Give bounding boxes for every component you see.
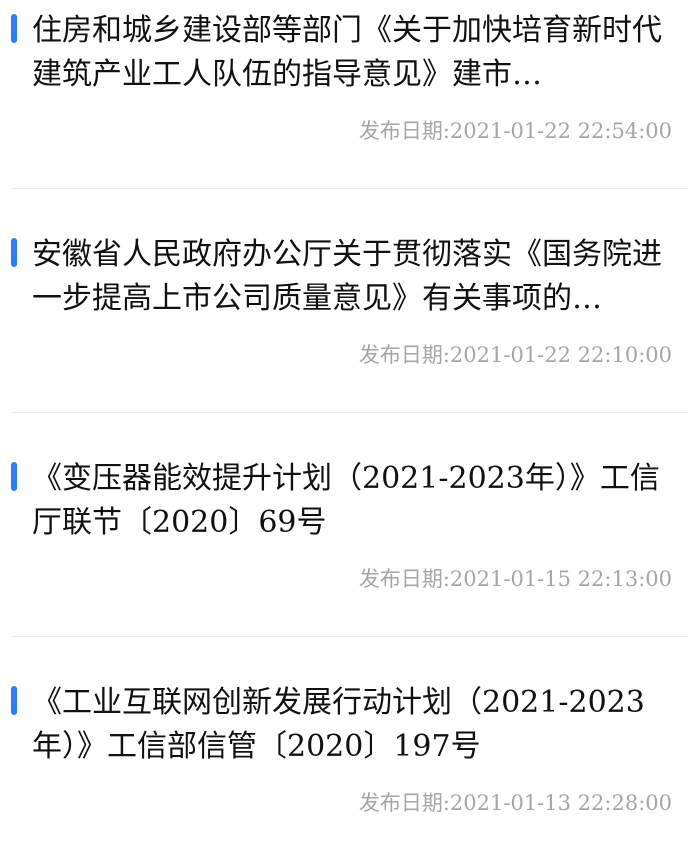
article-list-item[interactable]: 安徽省人民政府办公厅关于贯彻落实《国务院进一步提高上市公司质量意见》有关事项的…… [0, 224, 700, 448]
accent-bar [11, 686, 17, 715]
article-title[interactable]: 安徽省人民政府办公厅关于贯彻落实《国务院进一步提高上市公司质量意见》有关事项的… [32, 233, 674, 321]
article-list: 住房和城乡建设部等部门《关于加快培育新时代建筑产业工人队伍的指导意见》建市… 发… [0, 0, 700, 854]
publish-date: 发布日期:2021-01-13 22:28:00 [358, 791, 672, 815]
article-title[interactable]: 《变压器能效提升计划（2021-2023年）》工信厅联节〔2020〕69号 [32, 457, 674, 545]
accent-bar [11, 238, 17, 267]
divider [11, 188, 689, 189]
publish-date: 发布日期:2021-01-22 22:10:00 [358, 343, 672, 367]
article-title[interactable]: 住房和城乡建设部等部门《关于加快培育新时代建筑产业工人队伍的指导意见》建市… [32, 9, 674, 97]
accent-bar [11, 14, 17, 43]
accent-bar [11, 462, 17, 491]
divider [11, 412, 689, 413]
article-title[interactable]: 《工业互联网创新发展行动计划（2021-2023年）》工信部信管〔2020〕19… [32, 681, 674, 769]
article-list-item[interactable]: 《工业互联网创新发展行动计划（2021-2023年）》工信部信管〔2020〕19… [0, 672, 700, 854]
publish-date: 发布日期:2021-01-22 22:54:00 [358, 119, 672, 143]
article-list-item[interactable]: 《变压器能效提升计划（2021-2023年）》工信厅联节〔2020〕69号 发布… [0, 448, 700, 672]
publish-date: 发布日期:2021-01-15 22:13:00 [358, 567, 672, 591]
divider [11, 636, 689, 637]
article-list-item[interactable]: 住房和城乡建设部等部门《关于加快培育新时代建筑产业工人队伍的指导意见》建市… 发… [0, 0, 700, 224]
